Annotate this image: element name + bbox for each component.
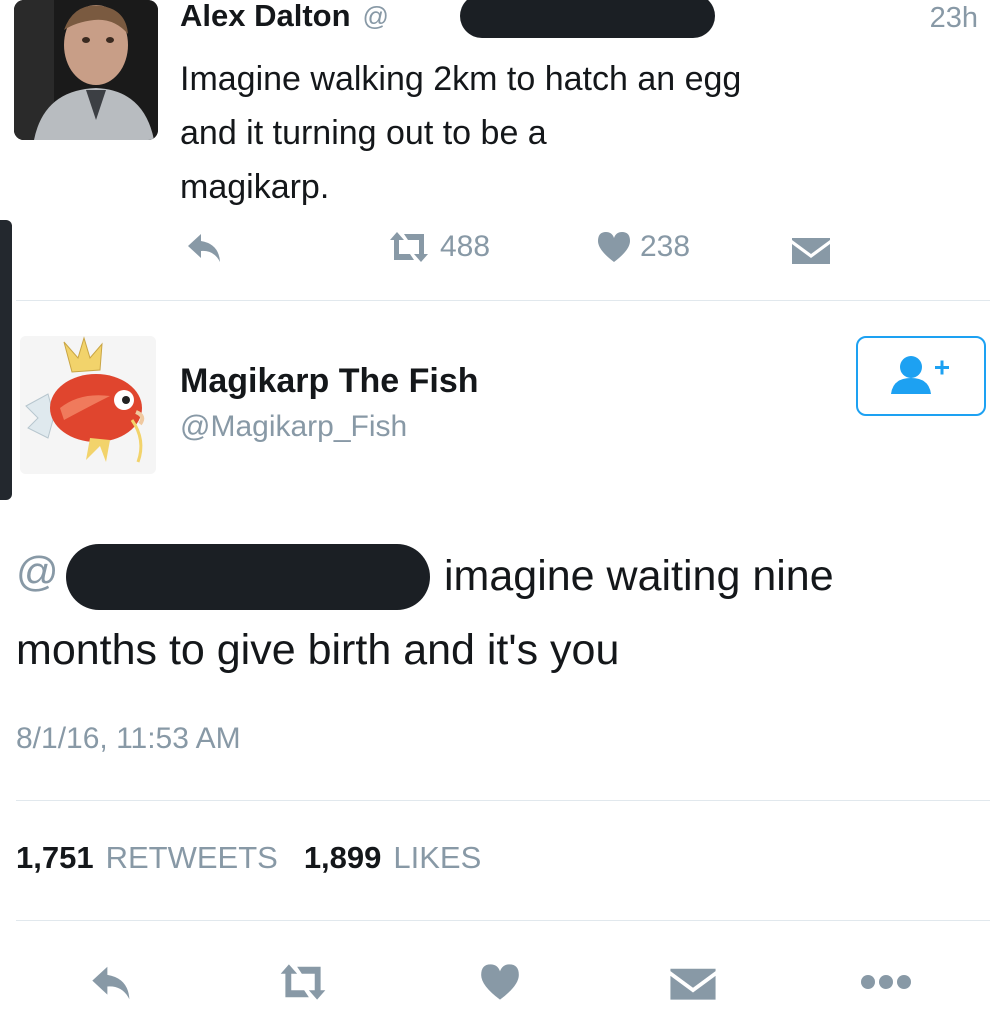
likes-label: LIKES xyxy=(393,840,482,875)
stats-divider xyxy=(16,920,990,921)
author-handle-prefix[interactable]: @ xyxy=(363,1,389,32)
like-action[interactable]: 238 xyxy=(596,230,690,264)
reply-author-handle[interactable]: @Magikarp_Fish xyxy=(180,410,407,444)
dm-icon[interactable] xyxy=(790,234,832,266)
mention-prefix[interactable]: @ xyxy=(16,548,59,596)
magikarp-image xyxy=(20,336,156,474)
reply-timestamp[interactable]: 8/1/16, 11:53 AM xyxy=(16,722,241,756)
tweet-text-line: Imagine walking 2km to hatch an egg xyxy=(180,60,742,98)
reply-text-line1: imagine waiting nine xyxy=(444,552,834,600)
retweet-count: 488 xyxy=(440,230,491,263)
reply-text: @ imagine waiting nine months to give bi… xyxy=(0,540,1000,690)
author-name[interactable]: Alex Dalton xyxy=(180,0,351,34)
tweet-divider xyxy=(16,300,990,301)
retweets-stat[interactable]: 1,751 RETWEETS xyxy=(16,840,278,876)
redacted-handle xyxy=(460,0,715,38)
more-icon[interactable] xyxy=(858,972,914,992)
redacted-mention xyxy=(66,544,430,610)
avatar-magikarp[interactable] xyxy=(20,336,156,474)
like-icon xyxy=(596,230,632,264)
likes-count: 1,899 xyxy=(303,840,382,875)
tweet-time[interactable]: 23h xyxy=(930,2,978,35)
like-count: 238 xyxy=(640,230,691,263)
tweet-text-line: and it turning out to be a xyxy=(180,114,547,152)
reply-text-line2: months to give birth and it's you xyxy=(16,626,620,674)
retweet-icon xyxy=(386,230,432,264)
retweet-action[interactable]: 488 xyxy=(386,230,490,264)
follow-button[interactable] xyxy=(856,336,986,416)
retweets-count: 1,751 xyxy=(16,840,94,875)
reply-icon[interactable] xyxy=(90,964,134,1002)
likes-stat[interactable]: 1,899 LIKES xyxy=(304,840,481,876)
reply-author-name[interactable]: Magikarp The Fish xyxy=(180,362,479,401)
tweet-text: Imagine walking 2km to hatch an egg and … xyxy=(180,52,741,214)
tweet-1: Alex Dalton @ 23h Imagine walking 2km to… xyxy=(0,0,1000,300)
timestamp-divider xyxy=(16,800,990,801)
avatar-image xyxy=(14,0,158,140)
like-icon[interactable] xyxy=(478,962,522,1002)
tweet-text-line: magikarp. xyxy=(180,168,330,206)
follow-user-icon xyxy=(889,354,953,398)
engagement-stats: 1,751 RETWEETS 1,899 LIKES xyxy=(16,840,481,876)
retweet-icon[interactable] xyxy=(276,962,330,1002)
dm-icon[interactable] xyxy=(668,964,718,1002)
reply-icon[interactable] xyxy=(186,232,224,264)
retweets-label: RETWEETS xyxy=(105,840,278,875)
avatar-alex-dalton[interactable] xyxy=(14,0,158,140)
